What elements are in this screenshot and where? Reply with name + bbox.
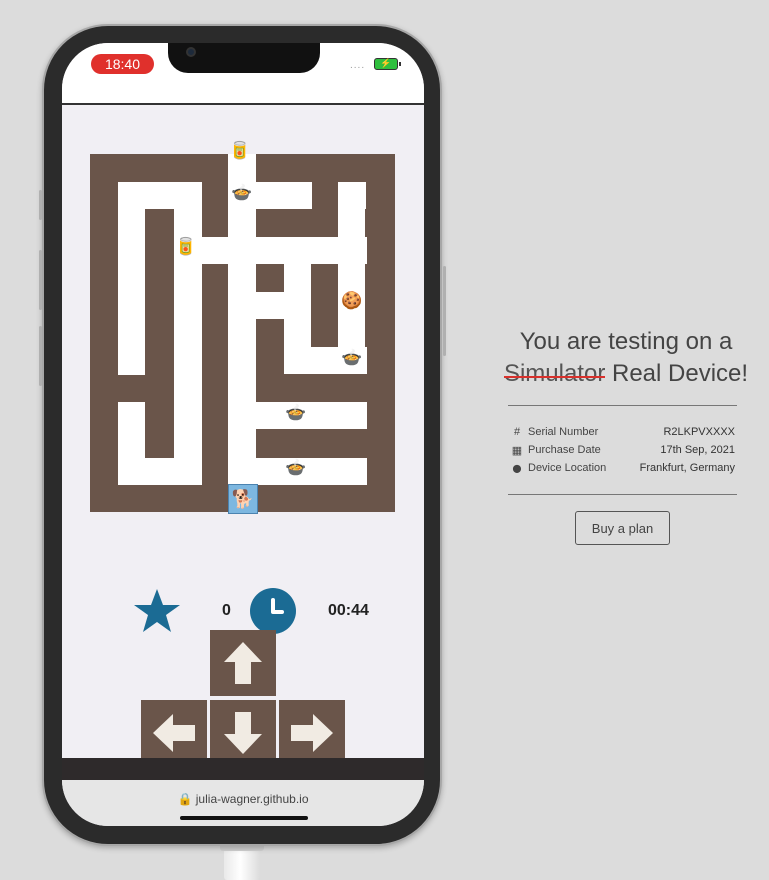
arrow-up-button[interactable] xyxy=(210,630,276,696)
panel-title: You are testing on a Simulator Real Devi… xyxy=(486,326,766,390)
signal-icon: .... xyxy=(350,60,366,71)
battery-charging-icon: ⚡ xyxy=(374,58,401,70)
home-indicator[interactable] xyxy=(180,816,308,820)
url-text[interactable]: 🔒 julia-wagner.github.io xyxy=(62,792,424,806)
calendar-icon: ▦ xyxy=(511,445,523,457)
food-bowl-icon: 🍲 xyxy=(285,403,307,422)
location-pin-icon: ⬤ xyxy=(512,464,522,473)
food-bag-top-icon: 🥫 xyxy=(229,141,251,160)
purchase-date-label: Purchase Date xyxy=(528,444,601,456)
serial-number-row: # Serial Number R2LKPVXXXX xyxy=(511,426,735,442)
clock-icon xyxy=(250,588,296,634)
arrow-left-icon xyxy=(153,714,195,752)
maze-board: 🥫 🍲 🥫 🍪 🍲 🍲 🍲 🐕 xyxy=(90,142,395,514)
arrow-up-icon xyxy=(224,642,262,684)
score-value: 0 xyxy=(222,602,231,619)
dog-player-icon: 🐕 xyxy=(228,484,258,514)
treat-box-icon: 🍪 xyxy=(341,291,363,310)
notch xyxy=(168,43,320,73)
webview-bottom-bar xyxy=(62,758,424,780)
browser-url-bar[interactable]: 🔒 julia-wagner.github.io xyxy=(62,780,424,826)
food-can-icon: 🥫 xyxy=(175,237,197,256)
panel-title-line1: You are testing on a xyxy=(519,328,733,355)
device-location-label: Device Location xyxy=(528,462,607,474)
power-button xyxy=(443,266,446,356)
status-time: 18:40 xyxy=(91,54,154,74)
lightning-cable xyxy=(220,843,264,880)
status-bar: 18:40 .... ⚡ xyxy=(62,43,424,105)
serial-number-value: R2LKPVXXXX xyxy=(663,426,735,438)
divider-top xyxy=(508,405,737,406)
arrow-down-button[interactable] xyxy=(210,700,276,766)
lock-icon: 🔒 xyxy=(177,792,196,806)
food-bowl-icon: 🍲 xyxy=(341,348,363,367)
real-device-text: Real Device! xyxy=(611,360,749,387)
device-location-value: Frankfurt, Germany xyxy=(639,462,735,474)
purchase-date-row: ▦ Purchase Date 17th Sep, 2021 xyxy=(511,444,735,460)
url-label: julia-wagner.github.io xyxy=(195,792,309,806)
arrow-left-button[interactable] xyxy=(141,700,207,766)
food-bowl-icon: 🍲 xyxy=(285,458,307,477)
volume-up-button xyxy=(39,250,42,310)
game-webview: 🥫 🍲 🥫 🍪 🍲 🍲 🍲 🐕 0 00:44 xyxy=(62,107,424,766)
phone-screen: 18:40 .... ⚡ 🥫 🍲 🥫 🍪 🍲 🍲 🍲 🐕 0 00:44 🔒 j… xyxy=(62,43,424,826)
star-icon xyxy=(134,589,180,632)
arrow-down-icon xyxy=(224,712,262,754)
arrow-right-icon xyxy=(291,714,333,752)
food-bowl-icon: 🍲 xyxy=(231,183,253,202)
divider-bottom xyxy=(508,494,737,495)
camera-icon xyxy=(186,47,196,57)
panel-title-line2: Simulator Real Device! xyxy=(486,358,766,390)
serial-number-label: Serial Number xyxy=(528,426,599,438)
timer-value: 00:44 xyxy=(328,602,369,619)
purchase-date-value: 17th Sep, 2021 xyxy=(660,444,735,456)
mute-switch xyxy=(39,190,42,220)
hash-icon: # xyxy=(513,426,521,438)
device-location-row: ⬤ Device Location Frankfurt, Germany xyxy=(511,462,735,478)
arrow-right-button[interactable] xyxy=(279,700,345,766)
buy-plan-button[interactable]: Buy a plan xyxy=(575,511,670,545)
simulator-strikethrough: Simulator xyxy=(503,360,606,387)
volume-down-button xyxy=(39,326,42,386)
